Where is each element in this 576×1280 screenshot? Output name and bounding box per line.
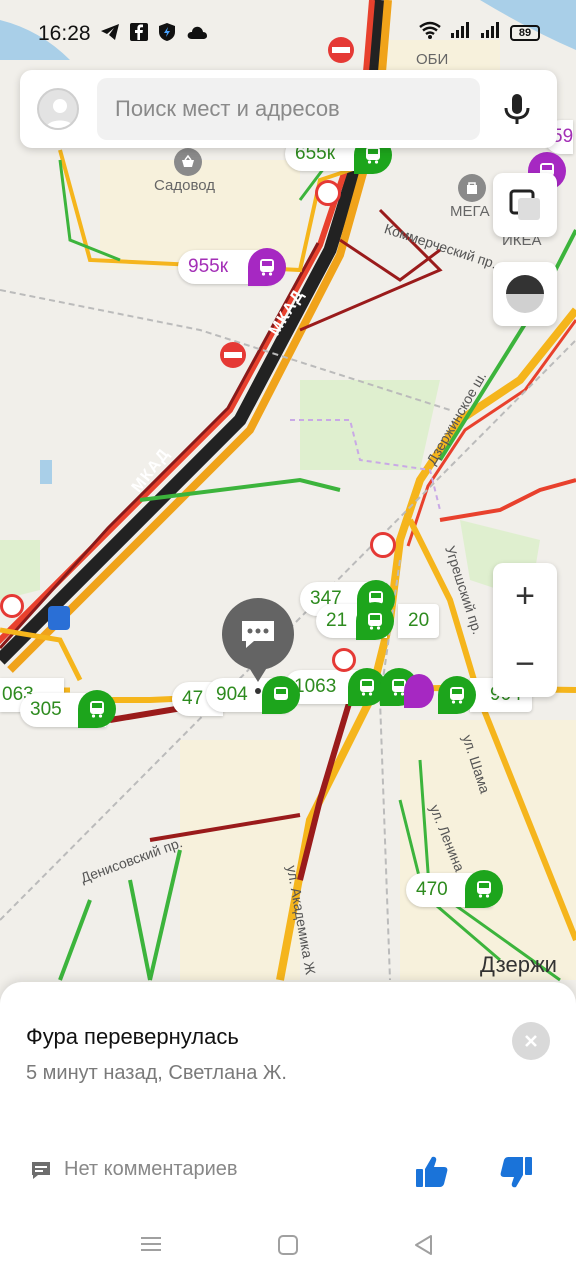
comments-label: Нет комментариев	[64, 1158, 238, 1180]
bus-stop-icon[interactable]	[465, 870, 503, 908]
thumbs-down-button[interactable]	[496, 1152, 536, 1192]
road-event-pin[interactable]	[222, 598, 294, 682]
event-location-dot	[255, 688, 261, 694]
minibus-stop-icon[interactable]	[248, 248, 286, 286]
thumbs-up-button[interactable]	[412, 1152, 452, 1192]
facebook-icon	[130, 23, 148, 46]
bus-stop-icon[interactable]	[78, 690, 116, 728]
search-field	[97, 78, 480, 140]
place-dzerzh[interactable]: Дзержи	[480, 952, 557, 978]
vpn-shield-icon	[158, 22, 176, 47]
comments-row[interactable]: Нет комментариев	[30, 1158, 238, 1181]
fuel-station-icon[interactable]	[48, 606, 70, 630]
close-button[interactable]	[512, 1022, 550, 1060]
chat-bubble-icon	[242, 621, 274, 648]
map-view[interactable]: МКАД МКАД Дзержинское ш. Угрешский пр. у…	[0, 0, 576, 1000]
traffic-toggle-button[interactable]	[493, 262, 557, 326]
traffic-icon	[506, 275, 544, 313]
home-nav-icon[interactable]	[277, 1234, 299, 1261]
status-time: 16:28	[38, 22, 91, 45]
accident-icon[interactable]	[0, 594, 24, 618]
camera-icon[interactable]	[332, 648, 356, 672]
shopping-bag-icon	[458, 174, 486, 202]
camera-icon[interactable]	[370, 532, 396, 558]
bus-stop-icon[interactable]	[356, 602, 394, 640]
bus-stop-icon[interactable]	[438, 676, 476, 714]
close-icon	[525, 1035, 537, 1047]
shopping-basket-icon	[174, 148, 202, 176]
wifi-icon	[418, 20, 442, 45]
search-input[interactable]	[97, 78, 480, 140]
cloud-icon	[186, 24, 208, 45]
avatar[interactable]	[37, 88, 79, 130]
thumbs-down-icon	[500, 1157, 532, 1188]
stop-label-20[interactable]: 20	[398, 604, 440, 638]
minibus-stop-icon[interactable]	[404, 674, 434, 708]
signal-icon	[450, 21, 472, 44]
battery-indicator: 89	[510, 24, 540, 41]
zoom-out-button[interactable]: −	[493, 631, 557, 697]
thumbs-up-icon	[416, 1156, 448, 1187]
layers-icon	[509, 189, 540, 220]
zoom-controls: + −	[493, 563, 557, 697]
telegram-icon	[100, 23, 120, 46]
place-mega[interactable]: МЕГА	[450, 203, 490, 220]
user-icon	[46, 99, 74, 128]
status-bar: 16:28 89	[0, 0, 576, 68]
place-sadovod[interactable]: Садовод	[154, 177, 215, 194]
camera-icon[interactable]	[315, 180, 341, 206]
search-bar	[20, 70, 557, 148]
menu-nav-icon[interactable]	[140, 1234, 162, 1259]
layers-button[interactable]	[493, 173, 557, 237]
system-nav-bar	[0, 1212, 576, 1280]
event-title: Фура перевернулась	[26, 1024, 239, 1049]
back-nav-icon[interactable]	[413, 1234, 435, 1261]
signal-icon	[480, 21, 502, 44]
comment-icon	[32, 1161, 50, 1179]
zoom-in-button[interactable]: +	[493, 563, 557, 629]
voice-search-button[interactable]	[499, 91, 535, 127]
event-meta: 5 минут назад, Светлана Ж.	[26, 1062, 287, 1084]
microphone-icon	[504, 94, 530, 124]
